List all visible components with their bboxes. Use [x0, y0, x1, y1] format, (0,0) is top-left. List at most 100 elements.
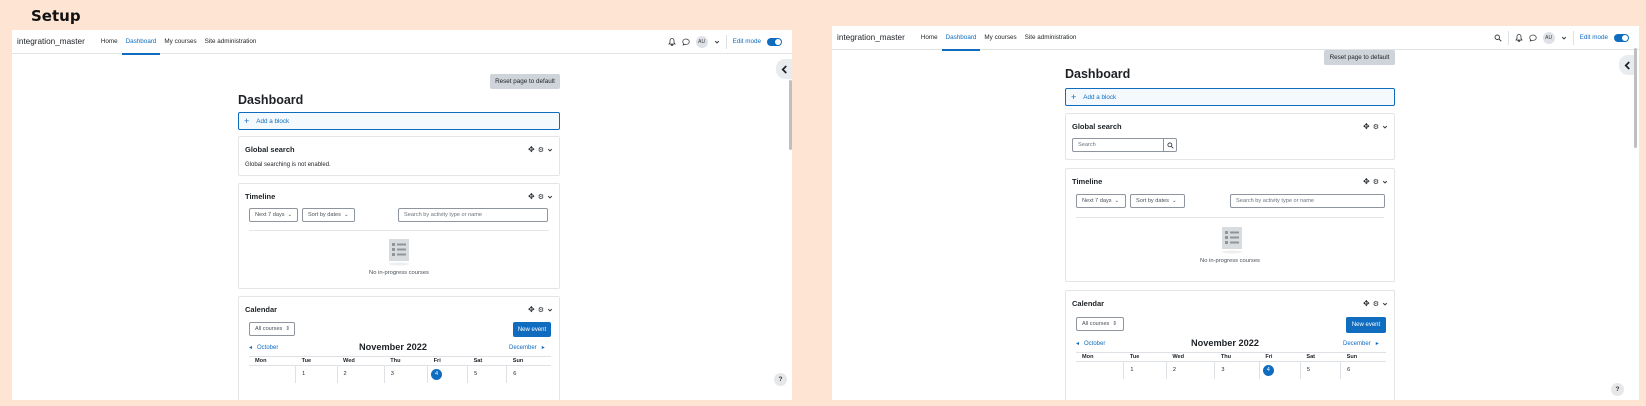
chevron-down-icon[interactable]: [1561, 35, 1567, 41]
block-controls: ✥ ⚙: [528, 145, 553, 154]
move-icon[interactable]: ✥: [528, 305, 535, 314]
help-button[interactable]: ?: [1611, 383, 1624, 396]
weekday-row: Mon Tue Wed Thu Fri Sat Sun: [1076, 352, 1386, 362]
nav-home[interactable]: Home: [917, 26, 942, 50]
timeline-search-input[interactable]: Search by activity type or name: [1230, 194, 1385, 208]
reset-page-button[interactable]: Reset page to default: [1324, 50, 1395, 65]
global-search-button[interactable]: [1163, 138, 1177, 152]
new-event-button[interactable]: New event: [513, 322, 551, 337]
reset-page-button[interactable]: Reset page to default: [490, 74, 560, 89]
chevron-down-icon[interactable]: [1382, 301, 1388, 307]
site-brand[interactable]: integration_master: [837, 33, 905, 42]
calendar-title: Calendar: [1072, 299, 1105, 308]
timeline-search-input[interactable]: Search by activity type or name: [398, 208, 548, 222]
day-cell[interactable]: 1: [1123, 361, 1167, 379]
day-cell[interactable]: 2: [336, 365, 385, 383]
day-cell[interactable]: 6: [1340, 361, 1386, 379]
timeline-sort-select[interactable]: Sort by dates ⌄: [1130, 194, 1185, 208]
courses-empty-icon: [1222, 227, 1242, 254]
gear-icon[interactable]: ⚙: [538, 193, 544, 201]
site-brand[interactable]: integration_master: [17, 37, 85, 46]
user-avatar[interactable]: AU: [695, 35, 708, 48]
chevron-down-icon: ⌄: [343, 212, 349, 218]
move-icon[interactable]: ✥: [1363, 299, 1370, 308]
weekday-header: Fri: [1259, 352, 1301, 362]
gear-icon[interactable]: ⚙: [538, 146, 544, 154]
day-cell[interactable]: 3: [383, 365, 428, 383]
nav-home[interactable]: Home: [97, 30, 122, 54]
day-cell[interactable]: [249, 366, 296, 383]
chevron-down-icon[interactable]: [547, 194, 553, 200]
day-cell[interactable]: 5: [467, 365, 507, 383]
add-block-button[interactable]: + Add a block: [238, 112, 560, 130]
block-drawer-toggle[interactable]: [776, 59, 792, 79]
day-cell[interactable]: 2: [1165, 361, 1215, 379]
timeline-empty-message: No in-progress courses: [369, 270, 429, 276]
new-event-button[interactable]: New event: [1346, 317, 1386, 333]
day-cell-today[interactable]: 4: [1258, 361, 1301, 379]
caret-left-icon: ◂: [1076, 341, 1080, 347]
chevron-down-icon[interactable]: [547, 147, 553, 153]
help-button[interactable]: ?: [774, 373, 787, 386]
search-icon[interactable]: [1494, 34, 1502, 42]
day-cell-today[interactable]: 4: [427, 365, 468, 383]
chevron-down-icon[interactable]: [714, 39, 720, 45]
chevron-down-icon[interactable]: [547, 307, 553, 313]
prev-month-link[interactable]: ◂ October: [1076, 340, 1105, 348]
gear-icon[interactable]: ⚙: [538, 306, 544, 314]
navbar-right: AU Edit mode: [1494, 30, 1629, 45]
block-drawer-toggle[interactable]: [1619, 55, 1635, 75]
weekday-header: Tue: [1123, 352, 1167, 362]
nav-site-administration[interactable]: Site administration: [1021, 26, 1081, 50]
prev-month-link[interactable]: ◂ October: [249, 344, 278, 352]
weekday-header: Mon: [1076, 352, 1124, 362]
global-search-title: Global search: [1072, 122, 1122, 131]
block-controls: ✥ ⚙: [1363, 177, 1388, 186]
day-cell[interactable]: 5: [1299, 361, 1341, 379]
gear-icon[interactable]: ⚙: [1373, 300, 1379, 308]
day-cell[interactable]: 1: [295, 365, 338, 383]
timeline-sort-select[interactable]: Sort by dates ⌄: [302, 208, 355, 222]
day-cell[interactable]: 6: [506, 365, 551, 383]
user-avatar[interactable]: AU: [1542, 31, 1555, 44]
move-icon[interactable]: ✥: [1363, 177, 1370, 186]
edit-mode-toggle[interactable]: [767, 37, 782, 46]
chevron-down-icon: ⌄: [1114, 198, 1120, 204]
nav-dashboard[interactable]: Dashboard: [941, 26, 981, 51]
scrollbar[interactable]: [789, 80, 792, 150]
calendar-course-filter[interactable]: All courses ⇕: [249, 322, 295, 336]
chevron-down-icon[interactable]: [1382, 124, 1388, 130]
timeline-title: Timeline: [245, 192, 276, 201]
chevron-left-icon: [1624, 60, 1630, 70]
calendar-course-filter[interactable]: All courses ⇕: [1076, 317, 1124, 331]
nav-my-courses[interactable]: My courses: [160, 30, 200, 54]
day-cell[interactable]: [1076, 362, 1124, 379]
caret-right-icon: ▸: [1375, 341, 1379, 347]
edit-mode-toggle[interactable]: [1614, 33, 1629, 42]
nav-site-administration[interactable]: Site administration: [201, 30, 261, 54]
nav-my-courses[interactable]: My courses: [980, 26, 1020, 50]
bell-icon[interactable]: [667, 37, 676, 46]
page-title: Dashboard: [238, 93, 304, 107]
next-month-link[interactable]: December ▸: [509, 344, 545, 352]
timeline-day-filter[interactable]: Next 7 days ⌄: [1076, 194, 1126, 208]
scrollbar[interactable]: [1634, 48, 1637, 148]
add-block-button[interactable]: + Add a block: [1065, 88, 1395, 106]
nav-dashboard[interactable]: Dashboard: [121, 30, 161, 55]
day-cell[interactable]: 3: [1214, 361, 1260, 379]
global-search-input[interactable]: Search: [1072, 138, 1164, 152]
move-icon[interactable]: ✥: [528, 192, 535, 201]
gear-icon[interactable]: ⚙: [1373, 178, 1379, 186]
move-icon[interactable]: ✥: [1363, 122, 1370, 131]
gear-icon[interactable]: ⚙: [1373, 123, 1379, 131]
move-icon[interactable]: ✥: [528, 145, 535, 154]
chevron-down-icon: ⌄: [287, 212, 293, 218]
chat-icon[interactable]: [1529, 34, 1537, 42]
chevron-down-icon[interactable]: [1382, 179, 1388, 185]
divider: [249, 230, 549, 231]
chat-icon[interactable]: [682, 38, 690, 46]
global-search-block: Global search ✥ ⚙ Search: [1065, 113, 1395, 160]
timeline-day-filter[interactable]: Next 7 days ⌄: [249, 208, 298, 222]
bell-icon[interactable]: [1514, 33, 1523, 42]
next-month-link[interactable]: December ▸: [1343, 340, 1379, 348]
